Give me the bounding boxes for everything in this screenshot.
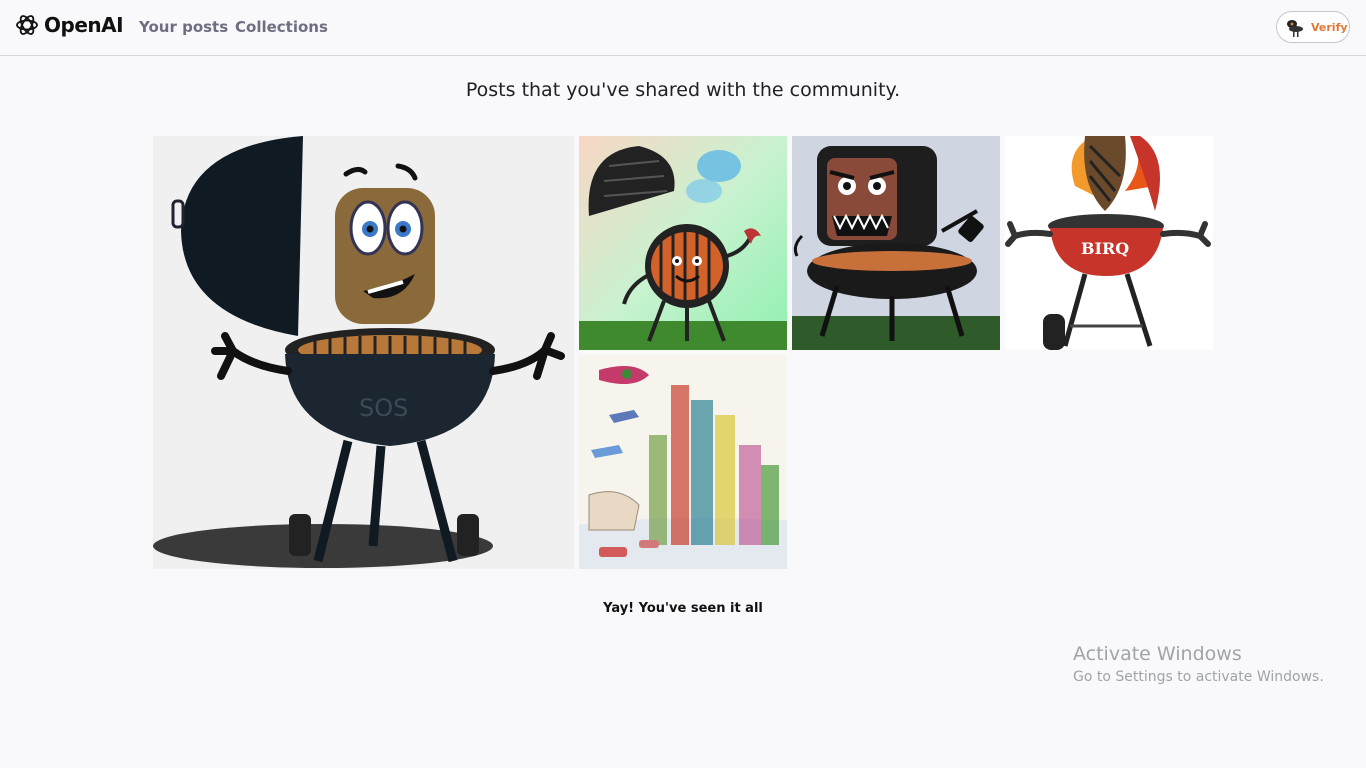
page-title: Posts that you've shared with the commun… <box>465 79 901 101</box>
brand-name: OpenAI <box>44 13 124 37</box>
openai-logo-icon <box>16 15 38 35</box>
verify-label: Verify <box>1311 20 1348 34</box>
post-tile-3[interactable] <box>792 136 1000 350</box>
verify-button[interactable]: Verify <box>1276 11 1350 43</box>
nav-collections[interactable]: Collections <box>235 18 328 36</box>
watermark-title: Activate Windows <box>1073 643 1242 665</box>
end-of-feed-message: Yay! You've seen it all <box>603 601 763 616</box>
grill-text: SOS <box>359 394 408 422</box>
windows-activation-watermark: Activate Windows Go to Settings to activ… <box>1073 643 1324 685</box>
post-image-5 <box>579 355 787 569</box>
top-header: OpenAI Your posts Collections Verify <box>0 0 1366 56</box>
grill-text: BIRQ <box>1081 239 1129 258</box>
post-image-3 <box>792 136 1000 350</box>
post-tile-5[interactable] <box>579 355 787 569</box>
post-image-4: BIRQ <box>1005 136 1213 350</box>
post-image-2 <box>579 136 787 350</box>
post-tile-1[interactable]: SOS <box>153 136 574 569</box>
openai-logo[interactable]: OpenAI <box>14 12 124 38</box>
post-image-1: SOS <box>153 136 574 569</box>
watermark-subtitle: Go to Settings to activate Windows. <box>1073 669 1324 685</box>
nav-your-posts[interactable]: Your posts <box>139 18 228 36</box>
post-tile-4[interactable]: BIRQ <box>1005 136 1213 350</box>
post-tile-2[interactable] <box>579 136 787 350</box>
avatar <box>1283 16 1305 38</box>
